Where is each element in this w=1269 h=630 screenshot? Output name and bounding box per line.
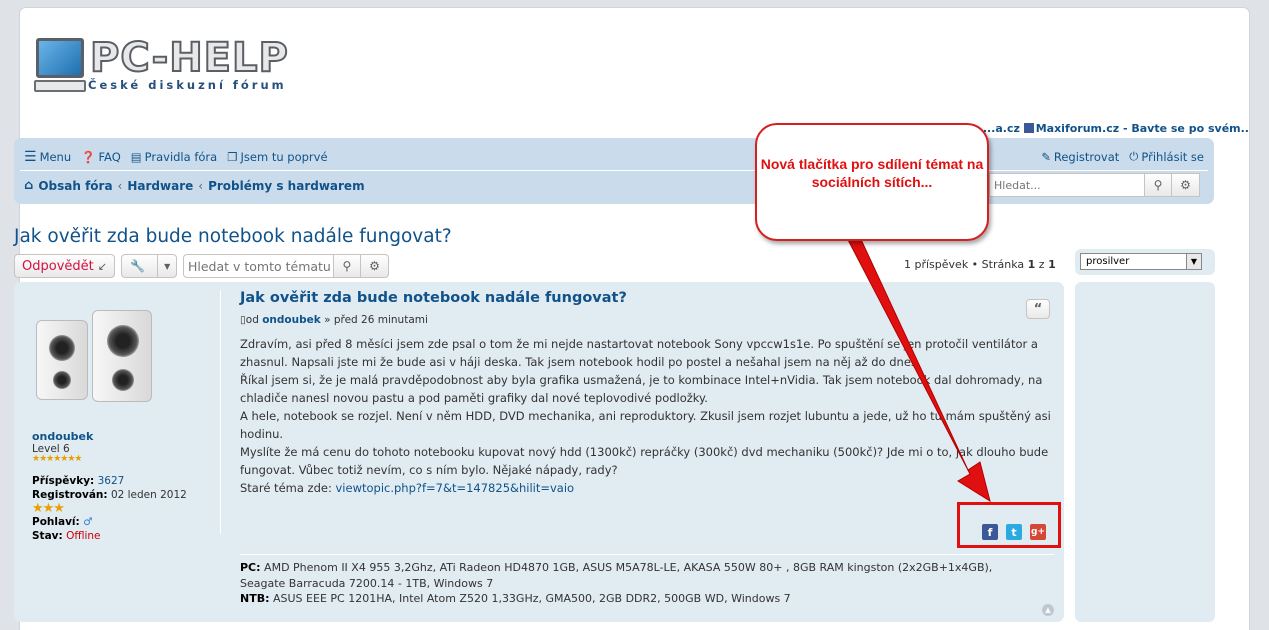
site-logo[interactable]: PC-HELP České diskuzní fórum	[34, 35, 336, 102]
post-body: Jak ověřit zda bude notebook nadále fung…	[240, 290, 1052, 497]
maxiforum-link[interactable]: Maxiforum.cz	[1036, 122, 1119, 135]
profile-info: Příspěvky: 3627 Registrován: 02 leden 20…	[32, 475, 187, 542]
profile-posts[interactable]: 3627	[98, 475, 125, 487]
post-time: » před 26 minutami	[324, 314, 428, 326]
pagination: 1 příspěvek • Stránka 1 z 1	[904, 258, 1056, 271]
site-search-input[interactable]	[989, 173, 1144, 197]
question-icon: ❓	[81, 150, 96, 164]
post-paragraph: Říkal jsem si, že je malá pravděpodobnos…	[240, 373, 1043, 405]
breadcrumb-item-forum-index[interactable]: Obsah fóra	[38, 179, 112, 193]
annotation-callout: Nová tlačítka pro sdílení témat na sociá…	[755, 123, 989, 241]
logo-title: PC-HELP	[89, 35, 289, 81]
action-bar: Odpovědět ↙ 🔧 ▼ ⚲ ⚙	[14, 254, 389, 278]
pencil-icon: ✎	[1041, 149, 1051, 164]
topic-tools-dropdown[interactable]: 🔧 ▼	[120, 254, 177, 278]
post-paragraph: Myslíte že má cenu do tohoto notebooku k…	[240, 445, 1049, 477]
signature: PC: AMD Phenom II X4 955 3,2Ghz, ATi Rad…	[240, 561, 993, 605]
monitor-icon	[36, 38, 84, 78]
breadcrumb-separator: ‹	[198, 178, 204, 193]
signature-pc: AMD Phenom II X4 955 3,2Ghz, ATi Radeon …	[240, 561, 993, 590]
nav-register[interactable]: ✎ Registrovat	[1041, 149, 1119, 164]
nav-divider	[20, 170, 1208, 171]
profile-username[interactable]: ondoubek	[32, 430, 93, 443]
nav-first-time[interactable]: ❐ Jsem tu poprvé	[227, 149, 327, 165]
post-title[interactable]: Jak ověřit zda bude notebook nadále fung…	[240, 290, 1052, 306]
advanced-search-button[interactable]: ⚙	[1172, 173, 1200, 197]
quote-icon: “	[1033, 301, 1043, 317]
home-icon: ⌂	[24, 178, 34, 193]
top-link-partial[interactable]: ...a.cz	[983, 122, 1020, 135]
nav-menu[interactable]: ☰ Menu	[24, 149, 71, 165]
topic-search: ⚲ ⚙	[182, 254, 389, 278]
page-label: Stránka	[981, 258, 1025, 271]
post-paragraph: Zdravím, asi před 8 měsíci jsem zde psal…	[240, 337, 1038, 369]
logo-subtitle: České diskuzní fórum	[88, 78, 287, 92]
breadcrumb: ⌂ Obsah fóra ‹ Hardware ‹ Problémy s har…	[24, 178, 365, 193]
search-icon: ⚲	[1153, 178, 1163, 192]
post-count: 1 příspěvek	[904, 258, 969, 271]
navbar: ☰ Menu ❓ FAQ ▤ Pravidla fóra ❐ Jsem tu poprv…	[14, 138, 1214, 204]
avatar[interactable]	[32, 310, 162, 410]
speaker-right-icon	[92, 310, 152, 402]
current-page: 1	[1027, 258, 1036, 271]
breadcrumb-item-hardware[interactable]: Hardware	[127, 179, 193, 193]
post-author-line: ▯od ondoubek » před 26 minutami	[240, 314, 428, 326]
profile-registered: 02 leden 2012	[110, 488, 187, 501]
power-icon: ⏻	[1129, 149, 1139, 163]
old-topic-link[interactable]: viewtopic.php?f=7&t=147825&hilit=vaio	[336, 481, 575, 495]
nav-faq[interactable]: ❓ FAQ	[81, 149, 121, 165]
post-author[interactable]: ondoubek	[262, 314, 321, 326]
topic-search-button[interactable]: ⚲	[332, 254, 361, 278]
chevron-down-icon: ▼	[157, 255, 176, 277]
monitor-base-icon	[34, 80, 86, 92]
maxiforum-icon	[1023, 123, 1034, 133]
chevron-down-icon: ▼	[1186, 254, 1201, 269]
speaker-left-icon	[36, 320, 88, 400]
document-icon: ▤	[130, 150, 142, 164]
pages-icon: ❐	[227, 150, 238, 164]
right-sidebar	[1075, 282, 1215, 622]
wrench-icon: 🔧	[130, 259, 146, 273]
post-profile: ondoubek Level 6 ★★★★★★★ Příspěvky: 3627…	[14, 282, 220, 542]
total-pages: 1	[1048, 258, 1056, 271]
quote-button[interactable]: “	[1026, 299, 1050, 319]
topic-title[interactable]: Jak ověřit zda bude notebook nadále fung…	[14, 226, 452, 247]
signature-ntb: ASUS EEE PC 1201HA, Intel Atom Z520 1,33…	[273, 592, 791, 605]
reputation-stars-icon: ★★★	[32, 501, 65, 516]
annotation-text: Nová tlačítka pro sdílení témat na sociá…	[760, 156, 984, 190]
post-paragraph: Staré téma zde: viewtopic.php?f=7&t=1478…	[240, 481, 575, 495]
reply-button[interactable]: Odpovědět ↙	[14, 254, 115, 278]
top-link-tagline: - Bavte se po svém..	[1122, 122, 1249, 135]
breadcrumb-item-problems[interactable]: Problémy s hardwarem	[208, 179, 365, 193]
topic-search-input[interactable]	[182, 254, 333, 278]
style-select[interactable]: prosilver ▼	[1080, 253, 1202, 270]
hamburger-icon: ☰	[24, 149, 37, 165]
breadcrumb-separator: ‹	[117, 178, 123, 193]
search-button[interactable]: ⚲	[1144, 173, 1172, 197]
reply-arrow-icon: ↙	[97, 259, 107, 273]
search-icon: ⚲	[342, 259, 352, 273]
site-search: ⚲ ⚙	[989, 173, 1200, 197]
post: ondoubek Level 6 ★★★★★★★ Příspěvky: 3627…	[14, 282, 1064, 622]
post-paragraph: A hele, notebook se rozjel. Není v něm H…	[240, 409, 1051, 441]
nav-rules[interactable]: ▤ Pravidla fóra	[131, 149, 217, 165]
annotation-highlight-box	[957, 502, 1061, 548]
post-content: Zdravím, asi před 8 měsíci jsem zde psal…	[240, 335, 1052, 497]
top-links: ...a.cz Maxiforum.cz - Bavte se po svém.…	[983, 122, 1249, 135]
rank-stars-icon: ★★★★★★★	[32, 454, 82, 464]
nav-login[interactable]: ⏻ Přihlásit se	[1129, 149, 1204, 164]
profile-divider	[220, 290, 221, 534]
gear-icon: ⚙	[1180, 178, 1191, 192]
gear-icon: ⚙	[369, 259, 380, 273]
back-to-top-icon[interactable]: ▲	[1042, 604, 1054, 616]
signature-divider	[240, 554, 1054, 555]
topic-advanced-search-button[interactable]: ⚙	[360, 254, 389, 278]
profile-status: Offline	[66, 529, 101, 542]
male-icon: ♂	[83, 516, 93, 528]
